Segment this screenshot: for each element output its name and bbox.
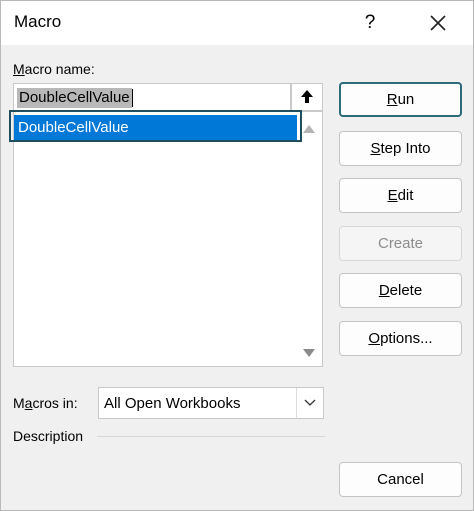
macro-list-up-button[interactable] [291,83,323,111]
macro-list-scrollbar[interactable] [296,111,322,365]
dialog-title: Macro [14,12,62,31]
cancel-button[interactable]: Cancel [339,462,462,497]
help-button[interactable]: ? [353,7,387,39]
edit-button[interactable]: Edit [339,178,462,213]
title-bar: Macro ? [1,1,473,45]
scroll-down-arrow-icon[interactable] [303,349,315,357]
macros-in-label: Macros in: [13,395,78,411]
arrow-up-icon [301,90,313,103]
selection-highlight-box [9,110,302,142]
close-button[interactable] [421,7,455,39]
options-button[interactable]: Options... [339,321,462,356]
step-into-button[interactable]: Step Into [339,131,462,166]
macro-name-label: Macro name: [13,61,95,77]
create-button: Create [339,226,462,261]
run-button[interactable]: Run [339,82,462,117]
scroll-up-arrow-icon[interactable] [303,125,315,133]
macro-list[interactable]: DoubleCellValue [13,111,323,367]
macro-dialog: Macro ? Macro name: DoubleCellValue Doub… [0,0,474,511]
description-label: Description [13,428,84,444]
macro-name-input[interactable]: DoubleCellValue [13,83,291,111]
text-caret [132,89,133,107]
macros-in-value: All Open Workbooks [104,395,241,412]
delete-button[interactable]: Delete [339,273,462,308]
dropdown-button[interactable] [296,388,323,418]
macro-name-value: DoubleCellValue [17,88,132,108]
macros-in-select[interactable]: All Open Workbooks [98,387,324,419]
description-divider [97,436,325,437]
close-icon [430,15,446,31]
chevron-down-icon [304,399,316,406]
